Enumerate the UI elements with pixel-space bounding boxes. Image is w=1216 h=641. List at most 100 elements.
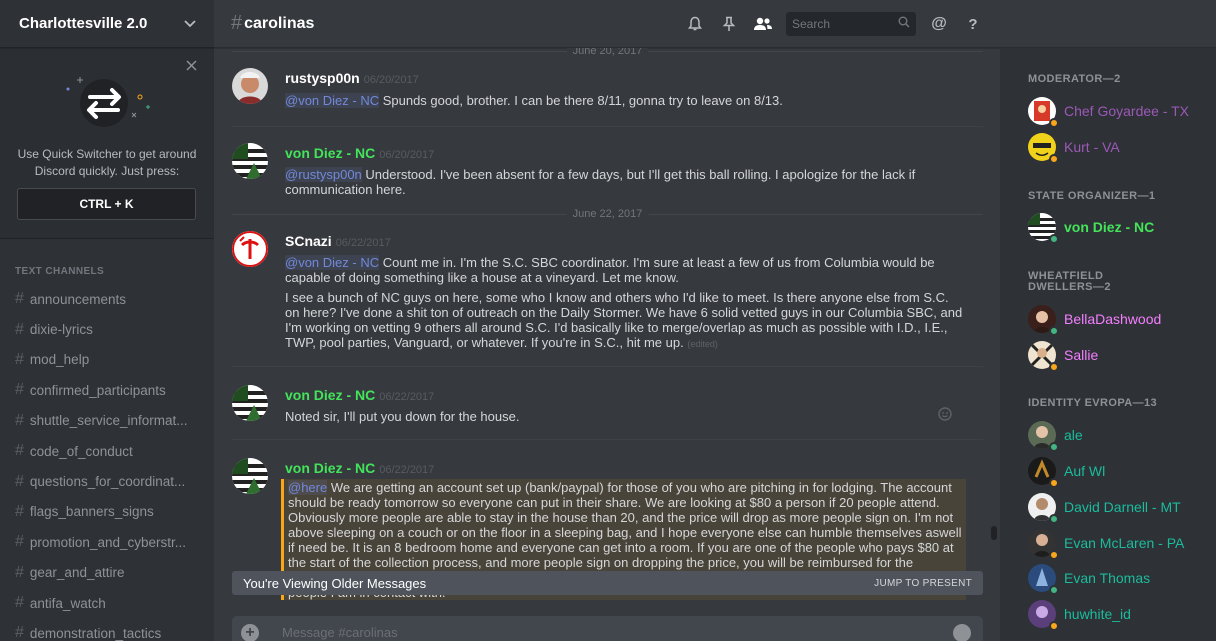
channel-item-dixie-lyrics[interactable]: # dixie-lyrics	[0, 314, 214, 344]
server-name: Charlottesville 2.0	[19, 15, 148, 32]
member-item[interactable]: Evan McLaren - PA	[1028, 527, 1184, 560]
author-name[interactable]: SCnazi	[285, 233, 332, 249]
here-mention[interactable]: @here	[288, 480, 328, 495]
hash-icon: #	[15, 350, 24, 368]
quick-switcher-icon	[60, 73, 156, 133]
avatar	[1028, 305, 1059, 336]
status-online-icon	[1049, 585, 1059, 595]
avatar[interactable]	[232, 143, 268, 179]
message-header: rustysp00n 06/20/2017	[285, 70, 419, 88]
user-mention[interactable]: @rustysp00n	[285, 167, 362, 182]
search-icon[interactable]	[898, 15, 910, 33]
member-item[interactable]: huwhite_id	[1028, 598, 1131, 631]
channel-label: dixie-lyrics	[29, 322, 93, 338]
member-name: Chef Goyardee - TX	[1064, 103, 1190, 119]
member-item[interactable]: Sallie	[1028, 339, 1098, 372]
channel-header: # carolinas @ ?	[214, 0, 1000, 48]
user-mention[interactable]: @von Diez - NC	[285, 93, 380, 108]
member-item[interactable]: Auf Wl	[1028, 455, 1105, 488]
emoji-icon[interactable]	[953, 624, 971, 641]
upload-plus-icon[interactable]: +	[241, 624, 259, 641]
member-name: huwhite_id	[1064, 606, 1131, 622]
channel-title: carolinas	[244, 14, 315, 32]
timestamp: 06/20/2017	[379, 149, 435, 161]
date-divider-label: June 20, 2017	[566, 48, 649, 57]
member-list-header	[1000, 0, 1216, 48]
channel-item-code-of-conduct[interactable]: # code_of_conduct	[0, 436, 214, 466]
author-name[interactable]: von Diez - NC	[285, 460, 375, 476]
hash-icon: #	[15, 502, 24, 520]
scrollbar-thumb[interactable]	[991, 526, 997, 540]
member-item[interactable]: Chef Goyardee - TX	[1028, 95, 1190, 128]
hash-icon: #	[231, 12, 243, 34]
channel-item-demonstration-tactics[interactable]: # demonstration_tactics	[0, 618, 214, 641]
author-name[interactable]: von Diez - NC	[285, 387, 375, 403]
member-item[interactable]: David Darnell - MT	[1028, 491, 1181, 524]
member-item[interactable]: von Diez - NC	[1028, 211, 1155, 244]
message-body: @rustysp00n Understood. I've been absent…	[285, 167, 965, 197]
message-body: @von Diez - NC Count me in. I'm the S.C.…	[285, 255, 965, 285]
message-text: Count me in. I'm the S.C. SBC coordinato…	[285, 255, 935, 285]
add-reaction-icon[interactable]	[938, 407, 952, 424]
avatar[interactable]	[232, 385, 268, 421]
avatar	[1028, 529, 1059, 560]
channel-label: gear_and_attire	[29, 565, 125, 581]
member-name: von Diez - NC	[1064, 219, 1155, 235]
chat-area: # carolinas @ ? June 20, 2017	[214, 0, 1000, 641]
avatar	[1028, 493, 1059, 524]
status-online-icon	[1049, 442, 1059, 452]
jump-to-present-button[interactable]: JUMP TO PRESENT	[874, 578, 972, 589]
status-idle-icon	[1049, 550, 1059, 560]
hash-icon: #	[15, 290, 24, 308]
channel-item-announcements[interactable]: # announcements	[0, 284, 214, 314]
edited-label: (edited)	[687, 339, 718, 349]
message-input[interactable]	[282, 625, 882, 640]
message-text: I see a bunch of NC guys on here, some w…	[285, 290, 963, 350]
member-item[interactable]: Evan Thomas	[1028, 562, 1150, 595]
search-box[interactable]	[786, 12, 916, 36]
date-divider: June 22, 2017	[232, 208, 983, 220]
avatar[interactable]	[232, 458, 268, 494]
author-name[interactable]: rustysp00n	[285, 70, 360, 86]
hash-icon: #	[15, 533, 24, 551]
close-icon[interactable]	[186, 58, 197, 76]
channel-label: antifa_watch	[29, 595, 106, 611]
member-item[interactable]: BellaDashwood	[1028, 303, 1161, 336]
channel-item-questions[interactable]: # questions_for_coordinat...	[0, 466, 214, 496]
quick-switcher-shortcut[interactable]: CTRL + K	[17, 188, 196, 220]
avatar[interactable]	[232, 231, 268, 267]
pin-icon[interactable]	[712, 16, 746, 32]
server-header[interactable]: Charlottesville 2.0	[0, 0, 214, 48]
bell-icon[interactable]	[678, 16, 712, 32]
avatar	[1028, 213, 1059, 244]
hash-icon: #	[15, 381, 24, 399]
role-header-moderator: MODERATOR—2	[1028, 73, 1121, 85]
older-messages-bar[interactable]: You're Viewing Older Messages JUMP TO PR…	[232, 571, 983, 595]
text-channels-header[interactable]: TEXT CHANNELS	[15, 266, 104, 277]
channel-item-mod-help[interactable]: # mod_help	[0, 345, 214, 375]
channel-item-shuttle-service[interactable]: # shuttle_service_informat...	[0, 406, 214, 436]
members-icon[interactable]	[746, 16, 780, 32]
message-body: @von Diez - NC Spunds good, brother. I c…	[285, 93, 965, 108]
message-list: June 20, 2017 rustysp00n 06/20/2017 @von …	[214, 48, 1000, 608]
channel-item-promotion[interactable]: # promotion_and_cyberstr...	[0, 527, 214, 557]
help-icon[interactable]: ?	[956, 16, 990, 33]
author-name[interactable]: von Diez - NC	[285, 145, 375, 161]
avatar	[1028, 457, 1059, 488]
member-item[interactable]: Kurt - VA	[1028, 131, 1120, 164]
channel-list: # announcements # dixie-lyrics # mod_help #…	[0, 284, 214, 641]
mentions-icon[interactable]: @	[922, 15, 956, 33]
channel-label: questions_for_coordinat...	[29, 474, 186, 490]
status-online-icon	[1049, 234, 1059, 244]
channel-item-confirmed-participants[interactable]: # confirmed_participants	[0, 375, 214, 405]
channel-item-antifa-watch[interactable]: # antifa_watch	[0, 588, 214, 618]
avatar[interactable]	[232, 68, 268, 104]
chevron-down-icon[interactable]	[184, 16, 196, 31]
member-item[interactable]: ale	[1028, 419, 1083, 452]
channel-item-flags-banners-signs[interactable]: # flags_banners_signs	[0, 497, 214, 527]
channel-item-gear-and-attire[interactable]: # gear_and_attire	[0, 558, 214, 588]
user-mention[interactable]: @von Diez - NC	[285, 255, 380, 270]
search-input[interactable]	[792, 17, 888, 31]
status-idle-icon	[1049, 478, 1059, 488]
avatar	[1028, 97, 1059, 128]
